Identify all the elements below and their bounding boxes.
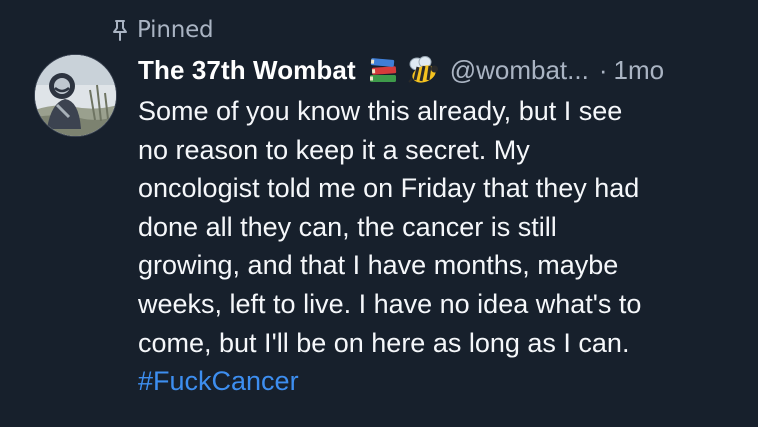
post-content: The 37th Wombat @wombat... · 1mo Some of… — [138, 52, 750, 401]
pinned-label: Pinned — [137, 17, 214, 43]
display-name[interactable]: The 37th Wombat — [138, 55, 356, 86]
post-body-line: no reason to keep it a secret. My — [138, 134, 530, 165]
books-emoji — [366, 55, 400, 85]
post-timestamp[interactable]: 1mo — [613, 55, 664, 86]
post-body-line: oncologist told me on Friday that they h… — [138, 173, 640, 204]
post-body: Some of you know this already, but I see… — [138, 92, 750, 401]
avatar[interactable] — [34, 54, 117, 137]
separator-dot: · — [598, 54, 608, 85]
hashtag-link[interactable]: #FuckCancer — [138, 366, 299, 396]
post-body-line: growing, and that I have months, maybe — [138, 250, 619, 281]
post-body-line: come, but I'll be on here as long as I c… — [138, 327, 630, 358]
pinned-indicator: Pinned — [110, 16, 214, 44]
post-body-line: Some of you know this already, but I see — [138, 96, 623, 126]
post-body-line: done all they can, the cancer is still — [138, 211, 557, 242]
author-handle[interactable]: @wombat... — [450, 55, 589, 86]
post[interactable]: Pinned The 37th Wombat @wombat... · 1mo … — [0, 0, 758, 427]
pin-icon — [110, 19, 129, 41]
post-header: The 37th Wombat @wombat... · 1mo — [138, 52, 750, 88]
bee-emoji — [406, 55, 440, 85]
post-body-line: weeks, left to live. I have no idea what… — [138, 288, 642, 319]
